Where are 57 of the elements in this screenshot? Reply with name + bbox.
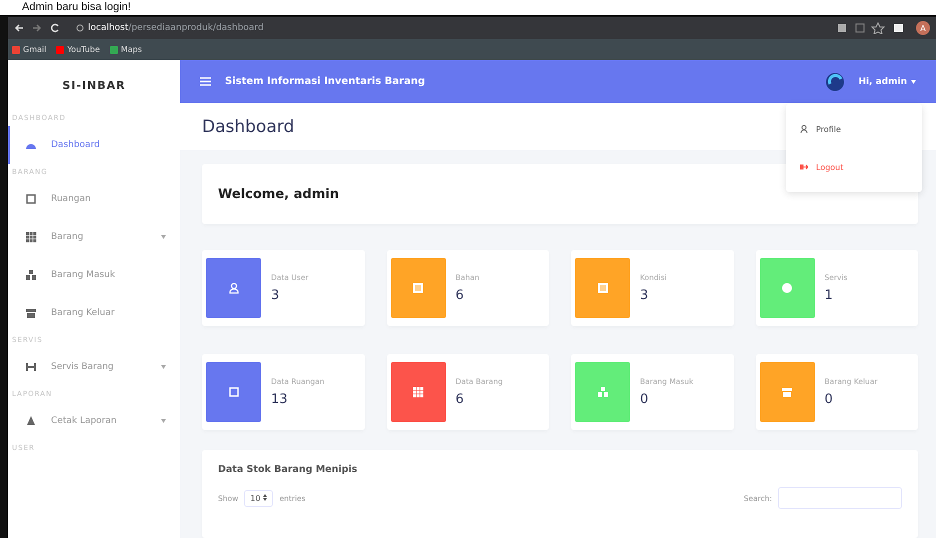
bookmark[interactable]: Gmail (12, 45, 46, 54)
stat-icon (781, 282, 793, 294)
sidebar-item[interactable]: Servis Barang (8, 348, 180, 386)
caret-icon (161, 365, 166, 369)
menu-item-icon (25, 193, 37, 205)
logout-icon (800, 163, 808, 171)
menu-item-icon (25, 231, 37, 243)
stat-icon (412, 282, 424, 294)
forward-icon[interactable] (32, 23, 42, 33)
menu-item-icon (25, 269, 37, 281)
sidebar-item[interactable]: Ruangan (8, 180, 180, 218)
sidebar-item[interactable]: Barang Keluar (8, 294, 180, 332)
sort-icon (263, 494, 268, 500)
stat-icon (228, 282, 240, 294)
address-bar[interactable]: localhost/persediaanproduk/dashboard (68, 19, 830, 37)
app-title: Sistem Informasi Inventaris Barang (225, 76, 426, 88)
stat-value: 6 (456, 288, 465, 303)
user-icon (800, 125, 808, 133)
table-title: Data Stok Barang Menipis (218, 464, 358, 475)
stat-value: 6 (456, 392, 465, 407)
caption: Admin baru bisa login! (21, 1, 131, 14)
stat-value: 13 (271, 392, 289, 407)
stat-icon (412, 386, 424, 398)
stat-value: 3 (640, 288, 650, 303)
menu-item[interactable]: Logout (786, 148, 922, 186)
user-menu[interactable]: Hi, admin (858, 76, 916, 87)
caret-icon (161, 235, 166, 239)
stat-value: 0 (824, 392, 834, 407)
entries-select[interactable]: 10 (244, 490, 274, 506)
menu-item-icon (25, 307, 37, 319)
bookmark[interactable]: YouTube (56, 45, 100, 54)
stat-icon (228, 386, 240, 398)
bookmark-icon (56, 46, 64, 54)
sidebar-item[interactable]: Cetak Laporan (8, 402, 180, 440)
sidebar-item[interactable]: Barang Masuk (8, 256, 180, 294)
caret-icon (161, 419, 166, 423)
caret-icon (911, 80, 916, 84)
menu-item-icon (25, 361, 37, 373)
stat-icon (781, 386, 793, 398)
stat-value: 0 (640, 392, 650, 407)
stat-value: 1 (824, 288, 834, 303)
menu-icon[interactable] (200, 77, 211, 86)
bookmark-icon (110, 46, 118, 54)
reload-icon[interactable] (50, 23, 60, 33)
profile-avatar[interactable]: A (916, 21, 930, 35)
avatar-icon (826, 72, 844, 91)
stat-value: 3 (271, 288, 280, 303)
back-icon[interactable] (14, 23, 24, 33)
brand: SI-INBAR (61, 78, 127, 94)
menu-item-icon (25, 415, 37, 427)
menu-item[interactable]: Profile (786, 110, 922, 148)
sidebar-item[interactable]: Barang (8, 218, 180, 256)
stat-icon (596, 282, 608, 294)
stat-icon (596, 386, 608, 398)
bookmark[interactable]: Maps (110, 45, 142, 54)
bookmark-icon (12, 46, 20, 54)
search-field[interactable] (778, 487, 902, 509)
